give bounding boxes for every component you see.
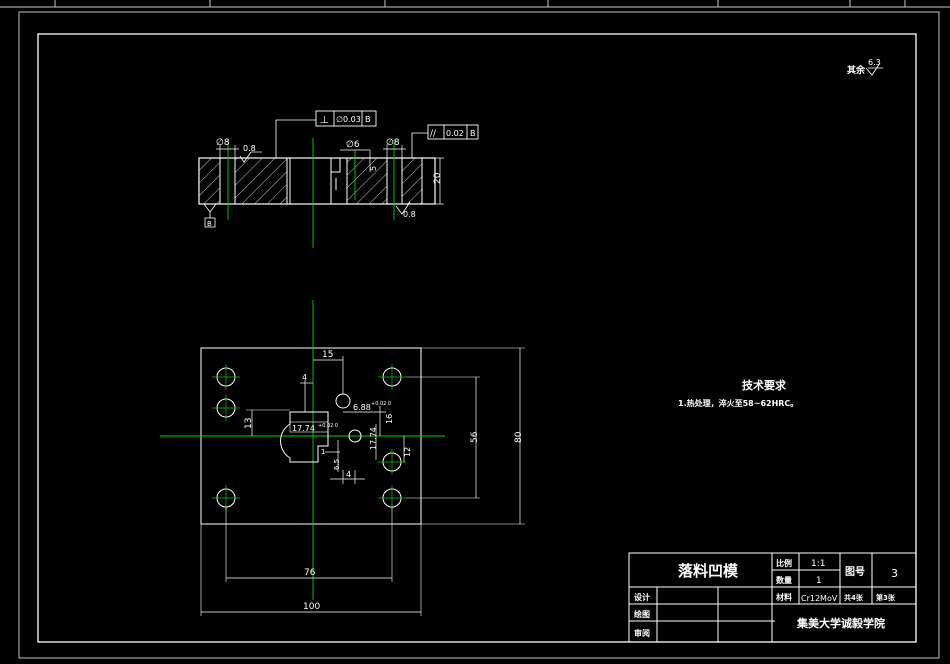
dim-small: 5 — [369, 166, 378, 171]
design-label: 设计 — [634, 592, 650, 602]
review-label: 审阅 — [634, 628, 650, 638]
dim-17-74-tol: +0.02 0 — [318, 423, 338, 429]
dim-16: 16 — [385, 414, 394, 424]
cad-drawing-canvas: 其余 6.3 ∅8 0.8 ∅6 5 ∅8 20 0.8 B ⊥ ∅0.03 B… — [0, 0, 950, 659]
perp-datum: B — [365, 115, 371, 124]
school-name: 集美大学诚毅学院 — [796, 616, 885, 630]
qty-value: 1 — [816, 576, 822, 586]
parallel-value: 0.02 — [446, 129, 464, 138]
rough-right-value: 0.8 — [403, 210, 416, 219]
outer-sheet-frame — [18, 11, 940, 659]
draw-label: 绘图 — [634, 609, 650, 619]
tech-title: 技术要求 — [742, 378, 787, 392]
parallel-datum: B — [470, 129, 476, 138]
dim-12: 12 — [403, 447, 412, 457]
dim-6-5: 6.5 — [333, 459, 341, 470]
parallel-symbol: // — [430, 129, 437, 139]
tech-requirements: 技术要求 1.热处理，淬火至58~62HRC。 — [678, 378, 798, 408]
sheets-total: 共4张 — [844, 593, 864, 602]
general-roughness-symbol: 其余 6.3 — [847, 58, 883, 76]
tech-item-1: 1.热处理，淬火至58~62HRC。 — [678, 398, 798, 408]
dim-6-88: 6.88 — [353, 403, 371, 412]
material-value: Cr12MoV — [801, 594, 838, 603]
dim-15: 15 — [322, 350, 333, 360]
dim-13: 13 — [244, 418, 254, 429]
dim-4-top: 4 — [302, 373, 307, 382]
sheet-no: 第3张 — [876, 593, 896, 602]
dim-56: 56 — [470, 431, 480, 443]
drawing-no-value: 3 — [891, 567, 898, 580]
perp-value: ∅0.03 — [336, 115, 361, 124]
dim-dia-right: ∅8 — [386, 138, 400, 148]
dim-80: 80 — [514, 431, 524, 443]
perp-symbol: ⊥ — [320, 115, 329, 126]
window-top-strip — [0, 0, 950, 8]
dim-100: 100 — [303, 602, 320, 612]
dim-76: 76 — [304, 568, 316, 578]
dim-6-88-tol: +0.02 0 — [371, 401, 391, 407]
dim-17-74: 17.74 — [292, 424, 315, 433]
dim-4-bottom: 4 — [346, 470, 351, 479]
dim-dia-mid: ∅6 — [346, 140, 360, 150]
material-label: 材料 — [776, 592, 792, 602]
title-block-text: 落料凹模 比例 1:1 数量 1 图号 3 材料 Cr12MoV 共4张 第3张… — [634, 558, 898, 638]
section-view: ∅8 0.8 ∅6 5 ∅8 20 0.8 B ⊥ ∅0.03 B // 0.0… — [198, 110, 479, 248]
dim-height: 20 — [433, 172, 443, 184]
qty-label: 数量 — [776, 575, 792, 585]
drawing-no-label: 图号 — [845, 566, 865, 578]
plan-view: 15 4 6.88 +0.02 0 16 13 17.74 +0.02 0 17… — [160, 300, 525, 616]
datum-b-label: B — [207, 220, 212, 228]
dim-1: 1 — [321, 448, 325, 456]
roughness-value: 6.3 — [868, 58, 881, 67]
scale-label: 比例 — [776, 558, 792, 568]
scale-value: 1:1 — [811, 559, 825, 569]
part-name: 落料凹模 — [678, 562, 739, 580]
dim-dia-left: ∅8 — [216, 138, 230, 148]
dim-17-74-v: 17.74 — [369, 427, 378, 450]
roughness-prefix: 其余 — [847, 64, 866, 76]
